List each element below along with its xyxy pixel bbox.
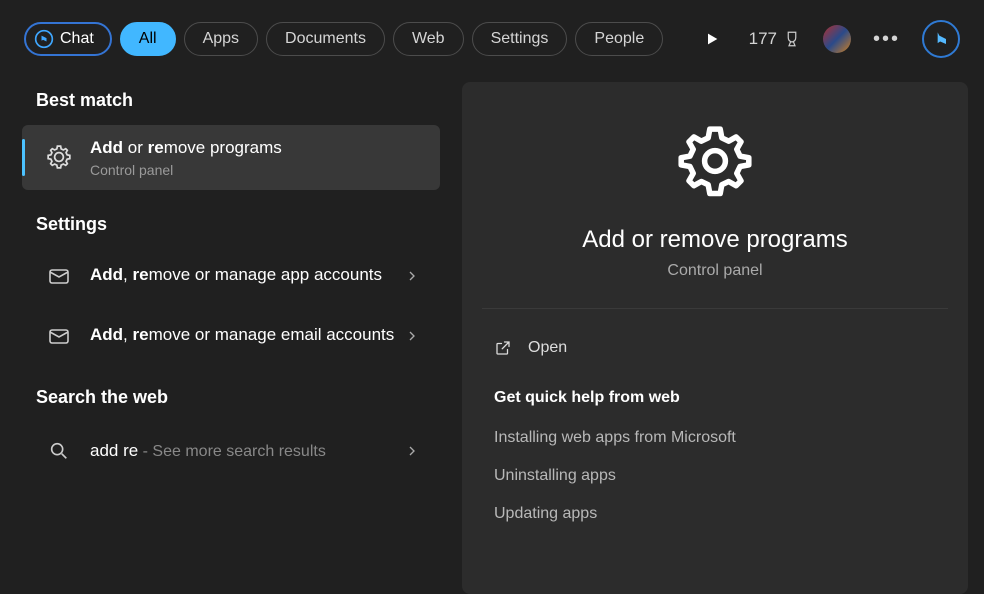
settings-result-email-accounts[interactable]: Add, remove or manage email accounts <box>22 309 440 363</box>
result-subtitle: Control panel <box>90 162 426 178</box>
detail-header: Add or remove programs Control panel <box>462 112 968 308</box>
chevron-right-icon <box>404 328 420 344</box>
filter-people[interactable]: People <box>575 22 663 56</box>
more-options-icon[interactable]: ••• <box>873 28 900 51</box>
topbar-right: 177 ••• <box>697 20 960 58</box>
bing-sidebar-button[interactable] <box>922 20 960 58</box>
detail-panel: Add or remove programs Control panel Ope… <box>462 82 968 594</box>
chat-pill[interactable]: Chat <box>24 22 112 56</box>
quick-help-heading: Get quick help from web <box>462 367 968 419</box>
best-match-result[interactable]: Add or remove programs Control panel <box>22 125 440 190</box>
filter-all[interactable]: All <box>120 22 176 56</box>
result-title: Add, remove or manage app accounts <box>90 264 404 287</box>
rewards-points[interactable]: 177 <box>749 29 801 49</box>
open-external-icon <box>494 339 512 357</box>
best-match-heading: Best match <box>16 90 446 125</box>
mail-icon <box>44 261 74 291</box>
help-link-updating[interactable]: Updating apps <box>462 495 968 533</box>
detail-title: Add or remove programs <box>582 226 847 254</box>
chevron-right-icon <box>404 443 420 459</box>
web-search-text: add re - See more search results <box>90 441 404 461</box>
result-title: Add, remove or manage email accounts <box>90 324 404 347</box>
open-label: Open <box>528 339 567 357</box>
filter-apps[interactable]: Apps <box>184 22 258 56</box>
result-text: Add, remove or manage app accounts <box>90 264 404 287</box>
filter-settings[interactable]: Settings <box>472 22 568 56</box>
search-web-heading: Search the web <box>16 369 446 422</box>
detail-subtitle: Control panel <box>667 262 762 280</box>
top-filter-bar: Chat All Apps Documents Web Settings Peo… <box>0 0 984 72</box>
divider <box>482 308 948 309</box>
gear-icon-large <box>676 122 754 200</box>
settings-heading: Settings <box>16 196 446 249</box>
open-action[interactable]: Open <box>462 329 968 367</box>
settings-result-app-accounts[interactable]: Add, remove or manage app accounts <box>22 249 440 303</box>
rewards-medal-icon <box>783 30 801 48</box>
result-text: Add or remove programs Control panel <box>90 137 426 178</box>
bing-chat-icon <box>34 29 54 49</box>
search-icon <box>44 436 74 466</box>
filter-documents[interactable]: Documents <box>266 22 385 56</box>
chat-label: Chat <box>60 30 94 48</box>
filter-web[interactable]: Web <box>393 22 464 56</box>
chevron-right-icon <box>404 268 420 284</box>
web-search-result[interactable]: add re - See more search results <box>22 422 440 480</box>
result-title: Add or remove programs <box>90 137 426 160</box>
gear-icon <box>44 142 74 172</box>
help-link-installing[interactable]: Installing web apps from Microsoft <box>462 419 968 457</box>
result-text: Add, remove or manage email accounts <box>90 324 404 347</box>
play-icon[interactable] <box>697 24 727 54</box>
mail-icon <box>44 321 74 351</box>
points-value: 177 <box>749 29 777 49</box>
help-link-uninstalling[interactable]: Uninstalling apps <box>462 457 968 495</box>
user-avatar[interactable] <box>823 25 851 53</box>
results-column: Best match Add or remove programs Contro… <box>16 72 446 594</box>
